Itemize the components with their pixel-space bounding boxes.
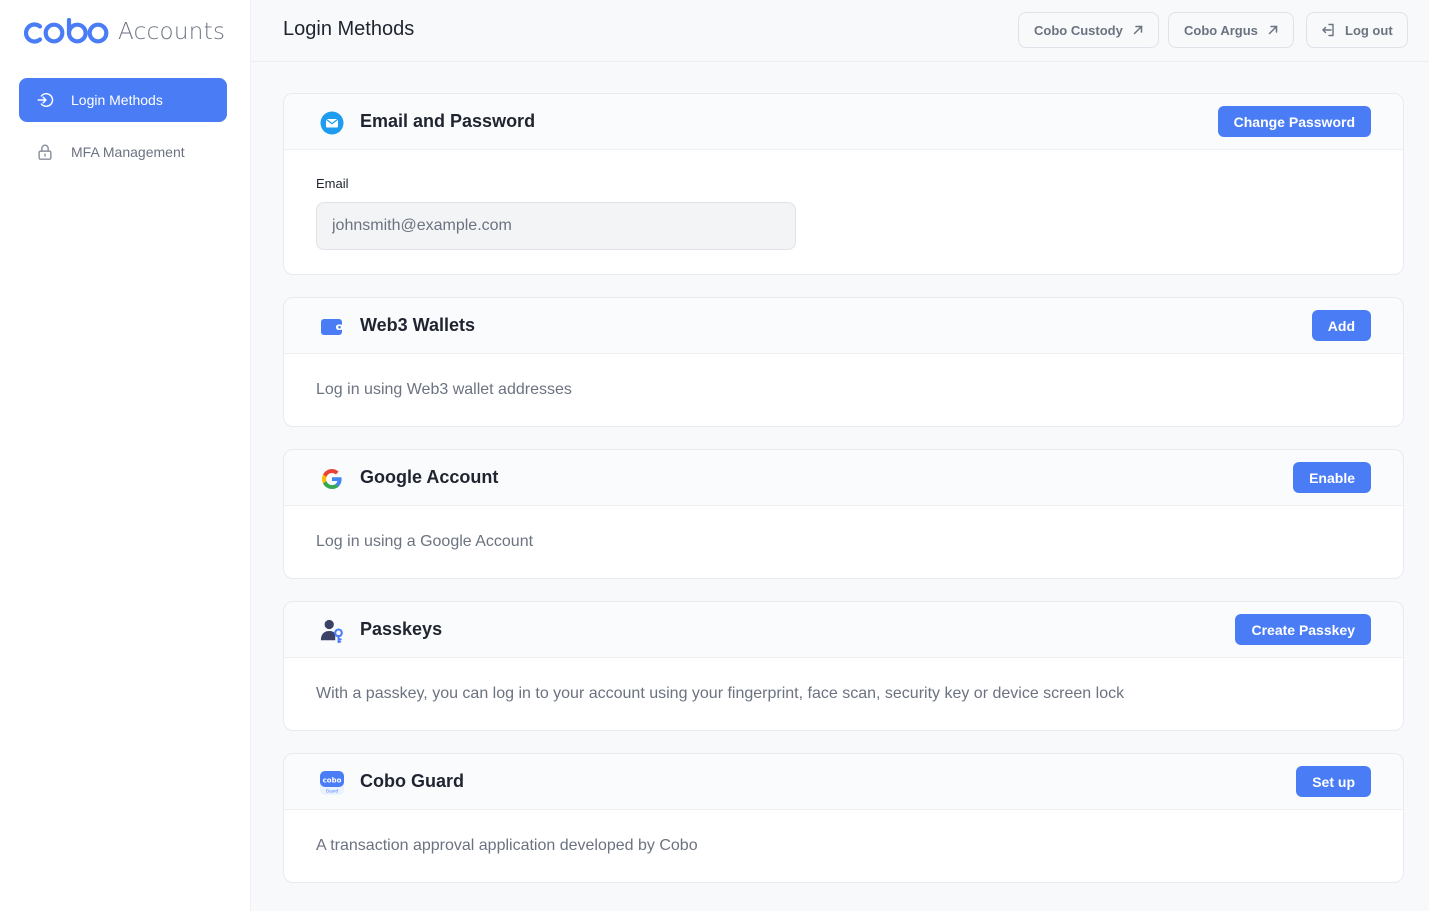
sidebar-item-label: MFA Management [71,144,185,160]
card-header: Passkeys Create Passkey [284,602,1403,658]
guard-icon-subtext: Guard [326,789,339,794]
cobo-logo-icon [23,17,109,44]
logout-icon [1320,22,1336,38]
google-account-card: Google Account Enable Log in using a Goo… [283,449,1404,579]
cobo-guard-icon: cobo Guard [319,770,345,796]
card-description: Log in using Web3 wallet addresses [316,381,572,398]
sidebar-item-mfa-management[interactable]: MFA Management [19,130,227,174]
email-label: Email [316,176,349,191]
logout-button[interactable]: Log out [1306,12,1408,48]
page-title: Login Methods [283,18,415,40]
email-password-card: Email and Password Change Password Email [283,93,1404,275]
card-description: Log in using a Google Account [316,533,534,550]
wallet-icon [319,314,345,340]
card-header: Web3 Wallets Add [284,298,1403,354]
sidebar-nav: Login Methods MFA Management [19,78,227,182]
passkeys-card: Passkeys Create Passkey With a passkey, … [283,601,1404,731]
enable-google-button[interactable]: Enable [1293,462,1371,493]
email-icon [319,110,345,136]
set-up-guard-button[interactable]: Set up [1296,766,1371,797]
card-title: Web3 Wallets [360,315,476,335]
cobo-guard-card: cobo Guard Cobo Guard Set up A transacti… [283,753,1404,883]
link-label: Cobo Custody [1034,22,1123,38]
external-arrow-icon [1132,24,1144,36]
login-icon [35,90,55,110]
card-title: Google Account [360,467,499,487]
sidebar-item-label: Login Methods [71,92,163,108]
cobo-argus-link[interactable]: Cobo Argus [1168,12,1294,48]
lock-icon [35,142,55,162]
google-icon [319,466,345,492]
add-wallet-button[interactable]: Add [1311,310,1371,341]
card-header: Google Account Enable [284,450,1403,506]
card-header: cobo Guard Cobo Guard Set up [284,754,1403,810]
logout-label: Log out [1345,22,1393,38]
top-header: Login Methods Cobo Custody Cobo Argus Lo… [251,0,1429,62]
email-field[interactable] [316,202,796,250]
card-description: A transaction approval application devel… [316,837,698,854]
cobo-custody-link[interactable]: Cobo Custody [1018,12,1159,48]
link-label: Cobo Argus [1184,22,1258,38]
passkey-icon [319,618,345,644]
card-title: Cobo Guard [360,771,464,791]
card-title: Email and Password [360,111,536,131]
web3-wallets-card: Web3 Wallets Add Log in using Web3 walle… [283,297,1404,427]
guard-icon-text: cobo [323,776,342,784]
card-header: Email and Password Change Password [284,94,1403,150]
app-section-name: Accounts [118,19,226,45]
card-title: Passkeys [360,619,443,639]
card-description: With a passkey, you can log in to your a… [316,685,1125,702]
sidebar: Accounts Login Methods MFA Management [0,0,251,911]
cobo-logo[interactable]: Accounts [22,16,225,48]
external-arrow-icon [1267,24,1279,36]
create-passkey-button[interactable]: Create Passkey [1235,614,1371,645]
change-password-button[interactable]: Change Password [1217,106,1371,137]
sidebar-item-login-methods[interactable]: Login Methods [19,78,227,122]
